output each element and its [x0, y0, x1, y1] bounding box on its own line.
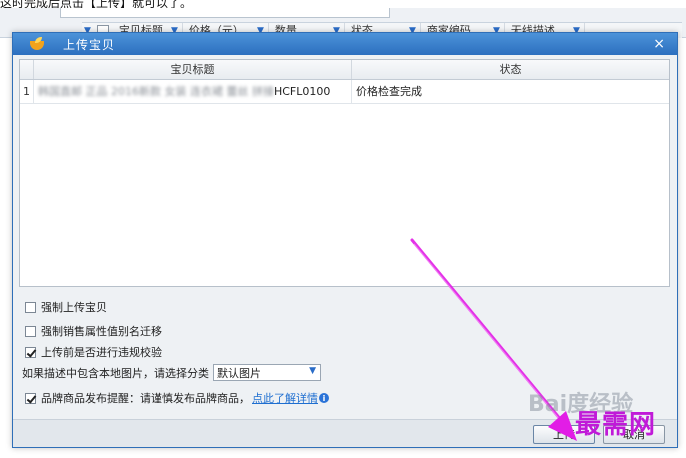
force-upload-label: 强制上传宝贝: [41, 301, 107, 314]
force-upload-checkbox[interactable]: [25, 301, 36, 313]
violation-check-checkbox[interactable]: [25, 346, 36, 358]
local-image-row: 如果描述中包含本地图片，请选择分类 默认图片 ▼: [22, 364, 321, 381]
row-index: 1: [20, 80, 34, 103]
grid-header-status[interactable]: 状态: [352, 60, 669, 79]
brand-reminder-label: 品牌商品发布提醒：请谨慎发布品牌商品，: [41, 392, 250, 405]
info-icon[interactable]: i: [319, 393, 329, 403]
force-alias-option[interactable]: 强制销售属性值别名迁移: [25, 323, 162, 339]
row-title: 韩国直邮 正品 2016新款 女装 连衣裙 蕾丝 拼接HCFL0100: [34, 80, 352, 103]
grid-header: 宝贝标题 状态: [20, 60, 669, 80]
image-category-value: 默认图片: [217, 366, 261, 380]
local-image-label: 如果描述中包含本地图片，请选择分类: [22, 366, 209, 380]
grid-header-index: [20, 60, 34, 79]
force-upload-option[interactable]: 强制上传宝贝: [25, 299, 107, 315]
brand-watermark: 最需网: [575, 410, 657, 440]
force-alias-label: 强制销售属性值别名迁移: [41, 325, 162, 338]
row-title-blurred: 韩国直邮 正品 2016新款 女装 连衣裙 蕾丝 拼接: [38, 85, 274, 98]
close-icon[interactable]: ×: [653, 36, 665, 52]
dialog-title: 上传宝贝: [63, 37, 116, 52]
tutorial-caption: 这时完成后点击【上传】就可以了。: [0, 0, 193, 10]
brand-details-link[interactable]: 点此了解详情: [252, 390, 318, 406]
image-category-select[interactable]: 默认图片 ▼: [213, 364, 321, 381]
chevron-down-icon: ▼: [309, 366, 316, 376]
background-tab-strip: [60, 8, 390, 18]
violation-check-label: 上传前是否进行违规校验: [41, 346, 162, 359]
table-row[interactable]: 1 韩国直邮 正品 2016新款 女装 连衣裙 蕾丝 拼接HCFL0100 价格…: [20, 80, 669, 104]
grid-header-title[interactable]: 宝贝标题: [34, 60, 352, 79]
force-alias-checkbox[interactable]: [25, 325, 36, 337]
row-status: 价格检查完成: [356, 85, 422, 98]
row-title-code: HCFL0100: [273, 85, 331, 98]
dialog-titlebar[interactable]: 上传宝贝 ×: [13, 33, 677, 55]
brand-reminder-option[interactable]: 品牌商品发布提醒：请谨慎发布品牌商品， 点此了解详情 i: [25, 390, 329, 406]
upload-grid: 宝贝标题 状态 1 韩国直邮 正品 2016新款 女装 连衣裙 蕾丝 拼接HCF…: [19, 59, 670, 287]
violation-check-option[interactable]: 上传前是否进行违规校验: [25, 344, 162, 360]
brand-reminder-checkbox[interactable]: [25, 392, 36, 404]
app-logo-icon: [27, 36, 47, 52]
